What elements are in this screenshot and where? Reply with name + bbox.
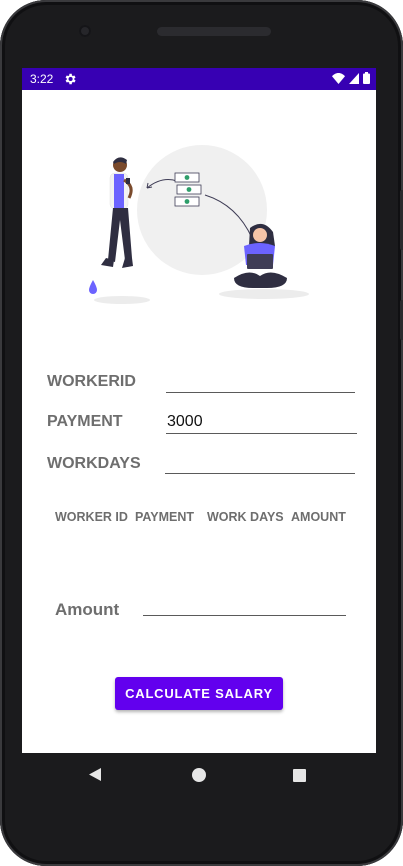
phone-frame: 3:22 WORKERID PAYMENT 3000 WORKDAYS WORK… [0, 0, 403, 866]
status-bar: 3:22 [22, 68, 376, 90]
payment-label: PAYMENT [47, 413, 123, 430]
amount-label: Amount [55, 600, 120, 619]
worker-id-underline [166, 392, 355, 393]
man-figure [101, 157, 133, 268]
column-header-work-days: WORK DAYS [207, 510, 284, 524]
amount-input[interactable] [144, 592, 345, 616]
work-days-label: WORKDAYS [47, 455, 141, 472]
recents-icon[interactable] [293, 769, 306, 782]
status-time: 3:22 [30, 72, 54, 86]
front-camera [79, 25, 91, 37]
payment-input[interactable] [167, 410, 357, 434]
navigation-bar [22, 753, 376, 797]
app-screen: 3:22 WORKERID PAYMENT 3000 WORKDAYS WORK… [22, 68, 376, 753]
back-icon[interactable] [89, 768, 101, 781]
work-days-underline [165, 473, 355, 474]
wifi-icon [332, 72, 345, 84]
earpiece-speaker [157, 27, 271, 36]
column-header-payment: PAYMENT [135, 510, 195, 524]
worker-id-input[interactable] [167, 366, 355, 390]
battery-icon [363, 72, 370, 84]
work-days-input[interactable] [166, 449, 355, 473]
payment-underline [166, 433, 357, 434]
worker-id-label: WORKERID [47, 373, 136, 390]
column-header-amount: AMOUNT [291, 510, 346, 524]
money-notes [174, 172, 202, 207]
calculate-salary-button[interactable]: CALCULATE SALARY [115, 677, 283, 710]
settings-gear-icon [65, 73, 76, 85]
payment-illustration [89, 145, 309, 304]
column-header-worker-id: WORKER ID [55, 510, 128, 524]
amount-underline [143, 615, 346, 616]
signal-icon [349, 72, 359, 84]
home-icon[interactable] [192, 768, 206, 782]
